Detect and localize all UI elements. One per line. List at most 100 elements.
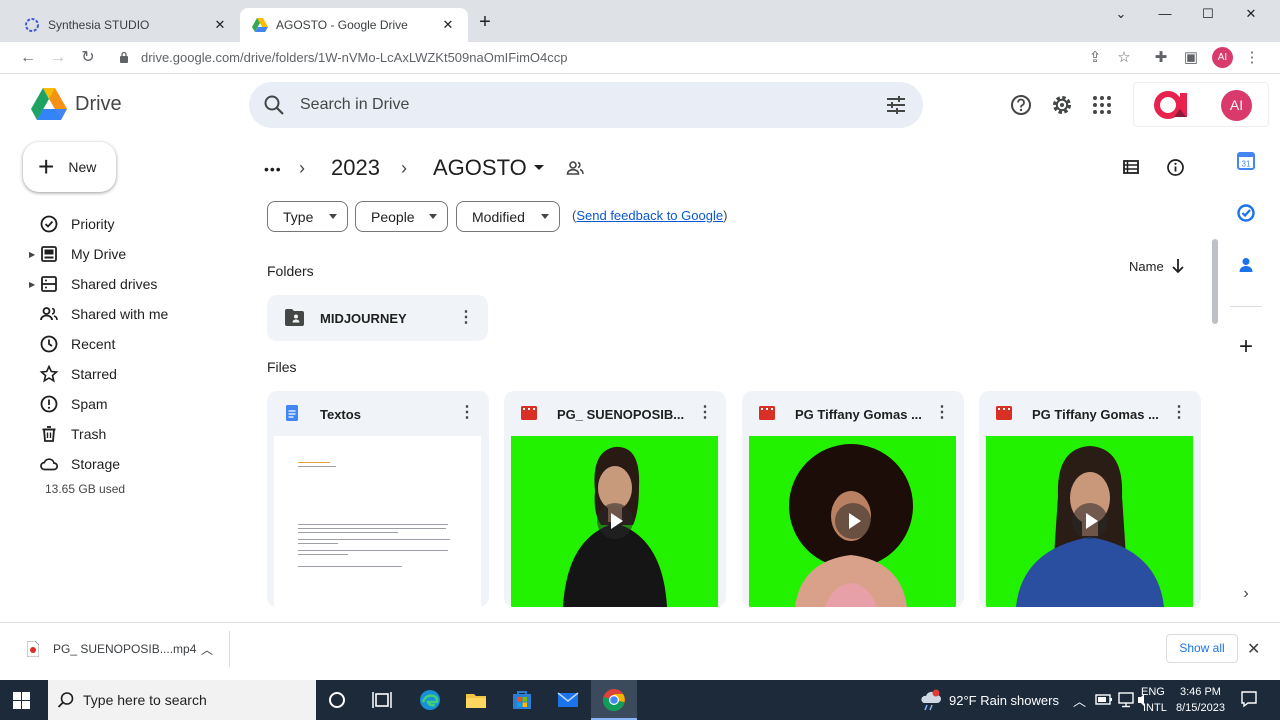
sidebar-item-trash[interactable]: Trash [0,419,230,449]
microsoft-store-icon[interactable] [510,688,534,712]
network-monitor-icon[interactable] [1117,692,1135,708]
more-options-icon[interactable]: ⋮ [934,404,950,422]
sidebar-item-my-drive[interactable]: ▶ My Drive [0,239,230,269]
expand-caret-icon[interactable]: ▶ [29,280,39,289]
search-icon[interactable] [263,94,285,116]
clock-time[interactable]: 3:46 PM [1180,686,1221,698]
notifications-icon[interactable] [1240,690,1258,708]
file-card[interactable]: PG_ SUENOPOSIB... ⋮ [504,391,726,607]
task-view-icon[interactable] [370,688,394,712]
edge-browser-icon[interactable] [418,688,442,712]
sidebar-item-recent[interactable]: Recent [0,329,230,359]
expand-caret-icon[interactable]: ▶ [29,250,39,259]
forward-arrow-icon[interactable]: → [47,47,69,69]
url-input[interactable]: drive.google.com/drive/folders/1W-nVMo-L… [141,50,568,65]
info-icon[interactable] [1166,158,1185,177]
send-feedback-link[interactable]: Send feedback to Google [576,208,723,223]
folder-menu-dropdown-icon[interactable] [534,165,544,170]
more-options-icon[interactable]: ⋮ [697,404,713,422]
file-explorer-icon[interactable] [464,688,488,712]
priority-check-icon [40,215,58,233]
new-tab-button[interactable]: + [475,12,495,32]
search-options-icon[interactable] [885,94,907,116]
main-scrollbar[interactable] [1212,239,1218,324]
play-icon[interactable] [597,503,633,539]
side-panel-icon[interactable]: ▣ [1181,48,1201,68]
browser-profile-avatar[interactable]: AI [1212,47,1233,68]
account-avatar[interactable]: AI [1221,90,1252,121]
sidebar-item-starred[interactable]: Starred [0,359,230,389]
chrome-taskbar-button[interactable] [591,680,637,720]
extensions-puzzle-icon[interactable]: ✚ [1151,48,1171,68]
play-icon[interactable] [1072,503,1108,539]
get-addons-plus-icon[interactable]: + [1236,335,1256,359]
help-icon[interactable] [1010,94,1032,116]
breadcrumb-current-folder[interactable]: AGOSTO [433,155,527,181]
list-view-icon[interactable] [1122,158,1140,176]
download-item[interactable]: PG_ SUENOPOSIB....mp4 [53,642,196,656]
sidebar-item-shared-drives[interactable]: ▶ Shared drives [0,269,230,299]
close-download-bar-icon[interactable]: ✕ [1247,639,1260,659]
sidebar-item-spam[interactable]: Spam [0,389,230,419]
weather-text[interactable]: 92°F Rain showers [949,693,1059,708]
more-options-icon[interactable]: ⋮ [459,404,475,422]
back-arrow-icon[interactable]: ← [17,47,39,69]
shared-folder-people-icon[interactable] [565,158,585,178]
video-download-icon [27,641,39,657]
calendar-icon[interactable]: 31 [1236,151,1256,171]
reload-icon[interactable]: ↻ [77,47,99,69]
folder-card[interactable]: MIDJOURNEY ⋮ [267,295,488,341]
people-filter-chip[interactable]: People [355,201,448,232]
sidebar-item-shared-with-me[interactable]: Shared with me [0,299,230,329]
more-options-icon[interactable]: ⋮ [1171,404,1187,422]
search-input[interactable]: Search in Drive [300,96,409,114]
file-card[interactable]: PG Tiffany Gomas ... ⋮ [742,391,964,607]
clock-date[interactable]: 8/15/2023 [1176,702,1225,714]
contacts-icon[interactable] [1236,255,1256,275]
sort-arrow-down-icon[interactable] [1171,258,1185,274]
file-card[interactable]: Textos ⋮ [267,391,489,607]
download-options-chevron-icon[interactable]: ︿ [201,641,213,658]
show-hidden-icons-chevron-icon[interactable]: ︿ [1073,691,1086,710]
battery-network-icon[interactable] [1095,692,1113,708]
cortana-icon[interactable] [325,688,349,712]
file-name: Textos [320,407,361,422]
sidebar-item-storage[interactable]: Storage [0,449,230,479]
settings-gear-icon[interactable] [1051,94,1073,116]
breadcrumb-parent-folder[interactable]: 2023 [331,155,380,181]
tab-synthesia[interactable]: Synthesia STUDIO ✕ [10,8,240,42]
file-card[interactable]: PG Tiffany Gomas ... ⋮ [979,391,1201,607]
close-window-icon[interactable]: ✕ [1236,6,1266,24]
show-all-button[interactable]: Show all [1166,634,1238,663]
new-button[interactable]: + New [23,142,116,192]
modified-filter-chip[interactable]: Modified [456,201,560,232]
google-drive-logo[interactable] [31,88,67,120]
taskbar-search-box[interactable]: Type here to search [48,680,316,720]
weather-rain-icon[interactable] [918,689,944,711]
tasks-icon[interactable] [1236,203,1256,223]
windows-start-icon[interactable] [13,692,30,709]
play-icon[interactable] [835,503,871,539]
breadcrumb-ellipsis[interactable]: ••• [264,161,282,177]
maximize-icon[interactable]: ☐ [1193,6,1223,24]
sort-by-name-button[interactable]: Name [1129,259,1164,274]
mail-icon[interactable] [556,688,580,712]
minimize-icon[interactable]: — [1150,6,1180,24]
type-filter-chip[interactable]: Type [267,201,348,232]
sidebar-item-priority[interactable]: Priority [0,209,230,239]
close-tab-icon[interactable]: ✕ [440,17,456,33]
taskbar-search-input[interactable]: Type here to search [83,692,207,708]
input-language-top[interactable]: ENG [1141,686,1165,698]
tab-search-chevron-icon[interactable]: ⌄ [1106,6,1136,24]
drive-search-bar[interactable]: Search in Drive [249,82,923,128]
workspace-brand-area[interactable]: AI [1133,82,1269,127]
apps-grid-icon[interactable] [1091,94,1113,116]
input-language-bottom[interactable]: INTL [1143,702,1167,714]
expand-side-panel-chevron-icon[interactable]: › [1238,585,1254,603]
close-tab-icon[interactable]: ✕ [212,17,228,33]
bookmark-star-icon[interactable]: ☆ [1114,48,1134,68]
more-options-icon[interactable]: ⋮ [458,309,474,327]
chrome-menu-icon[interactable]: ⋮ [1242,48,1262,68]
tab-google-drive[interactable]: AGOSTO - Google Drive ✕ [240,8,468,42]
share-icon[interactable]: ⇪ [1085,48,1105,68]
